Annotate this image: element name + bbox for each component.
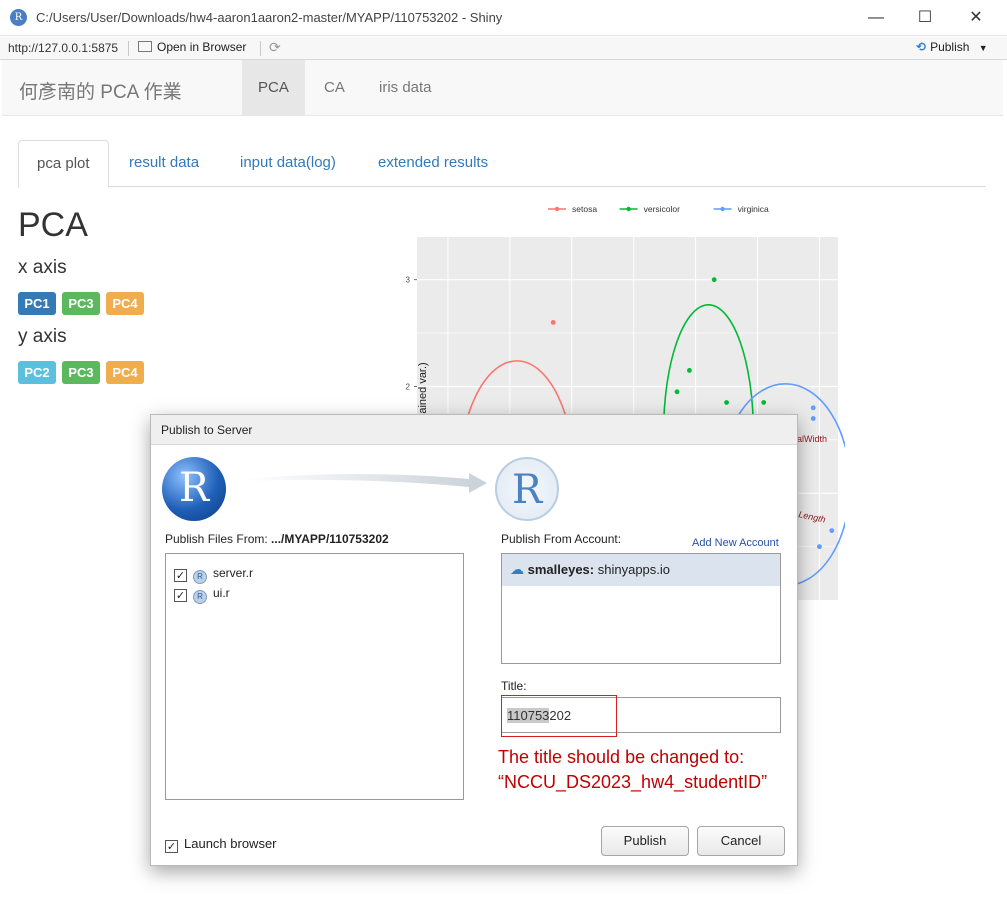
y-pc2-button[interactable]: PC2	[18, 361, 56, 384]
chevron-down-icon: ▼	[978, 43, 988, 53]
point-setosa	[550, 320, 556, 325]
point-versicolor	[674, 389, 680, 395]
publish-menu-button[interactable]: ⟲ Publish ▼	[916, 40, 988, 54]
file-name: server.r	[213, 566, 254, 580]
legend-key-dot	[554, 206, 560, 212]
legend-item-virginica: virginica	[713, 204, 769, 214]
nav-ca[interactable]: CA	[308, 60, 361, 116]
point-virginica	[810, 416, 816, 421]
files-list[interactable]: ✓ Rserver.r ✓ Rui.r	[165, 553, 464, 800]
r-logo-icon: R	[162, 457, 226, 521]
file-name: ui.r	[213, 586, 230, 600]
file-checkbox[interactable]: ✓	[174, 569, 187, 582]
cloud-icon: ☁	[510, 561, 524, 577]
tab-pca-plot[interactable]: pca plot	[18, 140, 109, 188]
r-file-icon: R	[193, 590, 207, 604]
publish-icon: ⟲	[916, 40, 927, 54]
legend-label: virginica	[738, 204, 769, 214]
arrow-icon	[243, 473, 487, 493]
nav-pca[interactable]: PCA	[242, 60, 305, 116]
legend-key-dot	[720, 206, 725, 212]
point-virginica	[817, 544, 822, 550]
x-pc1-button[interactable]: PC1	[18, 292, 56, 315]
files-from-path: .../MYAPP/110753202	[271, 532, 389, 546]
y-axis-heading: y axis	[18, 326, 67, 347]
file-item-ui[interactable]: ✓ Rui.r	[174, 586, 230, 604]
file-item-server[interactable]: ✓ Rserver.r	[174, 566, 253, 584]
minimize-button[interactable]: —	[862, 6, 890, 30]
publish-button[interactable]: Publish	[601, 826, 689, 856]
x-pc3-button[interactable]: PC3	[62, 292, 100, 315]
loading-label-width: alWidth	[797, 434, 827, 444]
account-label: Publish From Account:	[501, 532, 622, 546]
launch-browser-checkbox[interactable]: ✓	[165, 840, 178, 853]
viewer-toolbar: http://127.0.0.1:5875 Open in Browser ⟳ …	[0, 37, 1007, 60]
note-line-1: The title should be changed to:	[498, 747, 745, 767]
r-globe-icon: R	[495, 457, 559, 521]
plot-tabs: pca plot result data input data(log) ext…	[18, 140, 986, 188]
x-pc4-button[interactable]: PC4	[106, 292, 144, 315]
account-server: shinyapps.io	[594, 562, 671, 577]
publish-dialog: Publish to Server R R Publish Files From…	[150, 414, 798, 866]
app-navbar: 何彥南的 PCA 作業 PCA CA iris data	[2, 60, 1003, 116]
rstudio-app-icon: R	[10, 9, 27, 26]
refresh-icon[interactable]: ⟳	[269, 39, 281, 56]
note-line-2: “NCCU_DS2023_hw4_studentID”	[498, 772, 768, 792]
point-versicolor	[724, 400, 729, 405]
y-pc3-button[interactable]: PC3	[62, 361, 100, 384]
open-in-browser-label: Open in Browser	[157, 40, 247, 54]
point-versicolor	[711, 277, 717, 283]
chart-legend: setosa versicolor virginica	[548, 204, 769, 214]
tab-result-data[interactable]: result data	[111, 140, 217, 187]
r-file-icon: R	[193, 570, 207, 584]
files-from-label: Publish Files From: .../MYAPP/110753202	[165, 532, 389, 546]
nav-iris-data[interactable]: iris data	[363, 60, 448, 116]
cancel-button[interactable]: Cancel	[697, 826, 785, 856]
highlight-box	[501, 695, 617, 737]
legend-key-dot	[626, 206, 631, 212]
y-pc4-button[interactable]: PC4	[106, 361, 144, 384]
toolbar-divider	[260, 41, 261, 56]
point-versicolor	[761, 400, 767, 405]
x-axis-heading: x axis	[18, 257, 67, 278]
publish-menu-label: Publish	[930, 40, 970, 54]
add-new-account-link[interactable]: Add New Account	[692, 537, 779, 549]
legend-label: setosa	[572, 204, 597, 214]
account-list[interactable]: ☁ smalleyes: shinyapps.io	[501, 553, 781, 664]
point-versicolor	[687, 368, 692, 373]
dialog-title: Publish to Server	[151, 415, 797, 445]
maximize-button[interactable]: ☐	[911, 6, 939, 30]
window-titlebar: R C:/Users/User/Downloads/hw4-aaron1aaro…	[0, 0, 1007, 36]
browser-window-icon	[138, 41, 152, 52]
open-in-browser-button[interactable]: Open in Browser	[138, 40, 246, 54]
y-tick-label: 2	[406, 382, 411, 391]
point-virginica	[829, 528, 835, 534]
tab-input-data-log[interactable]: input data(log)	[222, 140, 354, 187]
launch-browser-option[interactable]: ✓ Launch browser	[165, 836, 277, 853]
file-checkbox[interactable]: ✓	[174, 589, 187, 602]
app-brand: 何彥南的 PCA 作業	[19, 82, 182, 103]
point-virginica	[810, 405, 816, 411]
tab-extended-results[interactable]: extended results	[360, 140, 506, 187]
legend-item-setosa: setosa	[548, 204, 597, 214]
account-name: smalleyes:	[527, 562, 595, 577]
legend-item-versicolor: versicolor	[619, 204, 681, 214]
launch-browser-label: Launch browser	[184, 836, 277, 851]
close-window-button[interactable]: ✕	[962, 6, 990, 30]
account-item[interactable]: ☁ smalleyes: shinyapps.io	[502, 554, 780, 586]
address-url[interactable]: http://127.0.0.1:5875	[8, 41, 118, 55]
y-tick-label: 3	[406, 276, 411, 285]
instruction-note: The title should be changed to: “NCCU_DS…	[498, 745, 767, 795]
legend-label: versicolor	[644, 204, 681, 214]
toolbar-divider	[128, 41, 129, 56]
title-label: Title:	[501, 679, 527, 693]
page-title: PCA	[18, 206, 88, 244]
window-title: C:/Users/User/Downloads/hw4-aaron1aaron2…	[36, 10, 503, 25]
